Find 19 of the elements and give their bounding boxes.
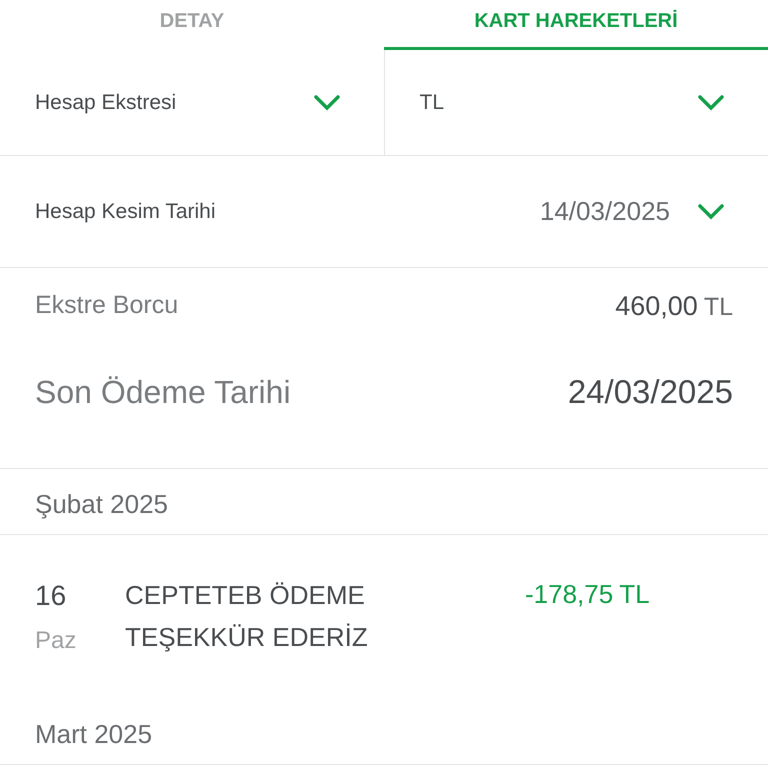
- month-header: Şubat 2025: [0, 469, 768, 535]
- statement-date-label: Hesap Kesim Tarihi: [35, 198, 216, 225]
- summary-value: 460,00: [615, 290, 698, 323]
- transaction-amount: -178,75: [525, 579, 614, 609]
- transaction-weekday: Paz: [35, 626, 78, 656]
- summary-label: Ekstre Borcu: [35, 290, 178, 322]
- transaction-day: 16: [35, 575, 125, 617]
- date-value: 14/03/2025: [540, 195, 670, 228]
- currency-label: TL: [619, 579, 650, 609]
- summary-label: Son Ödeme Tarihi: [35, 373, 291, 412]
- chevron-down-icon: [698, 94, 724, 110]
- summary-value: 24/03/2025: [568, 372, 733, 412]
- chevron-down-icon: [314, 94, 340, 110]
- transaction-description: CEPTETEB ÖDEME TEŞEKKÜR EDERİZ: [125, 579, 369, 654]
- dropdown-value: TL: [420, 90, 444, 116]
- chevron-down-icon: [698, 204, 724, 220]
- currency-label: TL: [704, 292, 733, 323]
- month-header: Mart 2025: [0, 699, 768, 765]
- dropdown-value: Hesap Ekstresi: [35, 90, 176, 116]
